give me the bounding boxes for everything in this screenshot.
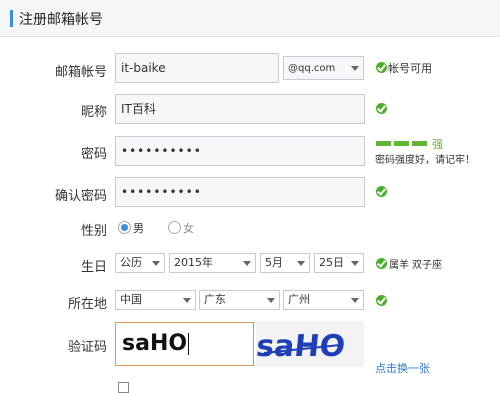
- city-value: 广州: [288, 293, 310, 306]
- check-icon: [376, 103, 387, 114]
- confirm-password-label: 确认密码: [54, 189, 107, 204]
- captcha-image[interactable]: saHO: [254, 321, 364, 367]
- confirm-password-input[interactable]: ••••••••••: [115, 177, 365, 207]
- email-status: 帐号可用: [388, 62, 432, 75]
- chevron-down-icon: [297, 261, 305, 266]
- captcha-label: 验证码: [67, 340, 107, 355]
- section-header: 注册邮箱帐号: [0, 0, 500, 37]
- calendar-type-value: 公历: [120, 256, 142, 269]
- agreement-checkbox[interactable]: [118, 382, 129, 393]
- password-input-value: ••••••••••: [121, 144, 202, 158]
- birthday-label: 生日: [80, 260, 107, 275]
- province-select[interactable]: 广东: [199, 290, 280, 310]
- chevron-down-icon: [351, 298, 359, 303]
- email-input-value: it-baike: [121, 61, 166, 75]
- page-title: 注册邮箱帐号: [19, 12, 103, 28]
- zodiac-text: 属羊: [389, 260, 409, 271]
- text-caret: [188, 333, 190, 355]
- check-icon: [376, 62, 387, 73]
- email-label: 邮箱帐号: [54, 65, 107, 80]
- birth-month-select[interactable]: 5月: [260, 253, 310, 273]
- calendar-type-select[interactable]: 公历: [115, 253, 165, 273]
- check-icon: [376, 295, 387, 306]
- captcha-image-graphic: saHO: [254, 329, 346, 364]
- nickname-input[interactable]: IT百科: [115, 94, 365, 124]
- birth-year-value: 2015年: [174, 256, 213, 269]
- nickname-input-value: IT百科: [121, 102, 156, 116]
- chevron-down-icon: [351, 261, 359, 266]
- password-label: 密码: [80, 147, 107, 162]
- gender-male-label: 男: [133, 222, 144, 235]
- password-input[interactable]: ••••••••••: [115, 136, 365, 166]
- check-icon: [376, 258, 387, 269]
- birth-day-select[interactable]: 25日: [314, 253, 364, 273]
- constellation-text: 双子座: [412, 260, 442, 271]
- nickname-label: 昵称: [80, 105, 107, 120]
- chevron-down-icon: [267, 298, 275, 303]
- email-domain-select[interactable]: @qq.com: [283, 56, 364, 80]
- refresh-captcha-link[interactable]: 点击换一张: [375, 360, 430, 376]
- province-value: 广东: [204, 293, 226, 306]
- captcha-input-value: saHO: [122, 331, 188, 356]
- chevron-down-icon: [351, 66, 359, 71]
- password-hint: 密码强度好，请记牢！: [375, 155, 475, 166]
- gender-radio-male[interactable]: [118, 221, 131, 234]
- strength-bar-2: [394, 141, 409, 146]
- gender-female-label: 女: [183, 222, 194, 235]
- header-accent-bar: [10, 10, 13, 27]
- email-domain-value: @qq.com: [288, 63, 336, 74]
- birth-day-value: 25日: [319, 256, 344, 269]
- strength-bar-3: [412, 141, 427, 146]
- birth-year-select[interactable]: 2015年: [169, 253, 256, 273]
- gender-radio-female[interactable]: [168, 221, 181, 234]
- gender-label: 性别: [80, 224, 107, 239]
- country-select[interactable]: 中国: [115, 290, 196, 310]
- check-icon: [376, 186, 387, 197]
- strength-bar-1: [376, 141, 391, 146]
- country-value: 中国: [120, 293, 142, 306]
- location-label: 所在地: [67, 297, 107, 312]
- chevron-down-icon: [243, 261, 251, 266]
- birth-month-value: 5月: [265, 256, 283, 269]
- chevron-down-icon: [152, 261, 160, 266]
- strength-label: 强: [432, 138, 443, 151]
- confirm-password-input-value: ••••••••••: [121, 185, 202, 199]
- captcha-input[interactable]: saHO: [115, 322, 254, 366]
- city-select[interactable]: 广州: [283, 290, 364, 310]
- chevron-down-icon: [183, 298, 191, 303]
- email-input[interactable]: it-baike: [115, 53, 279, 83]
